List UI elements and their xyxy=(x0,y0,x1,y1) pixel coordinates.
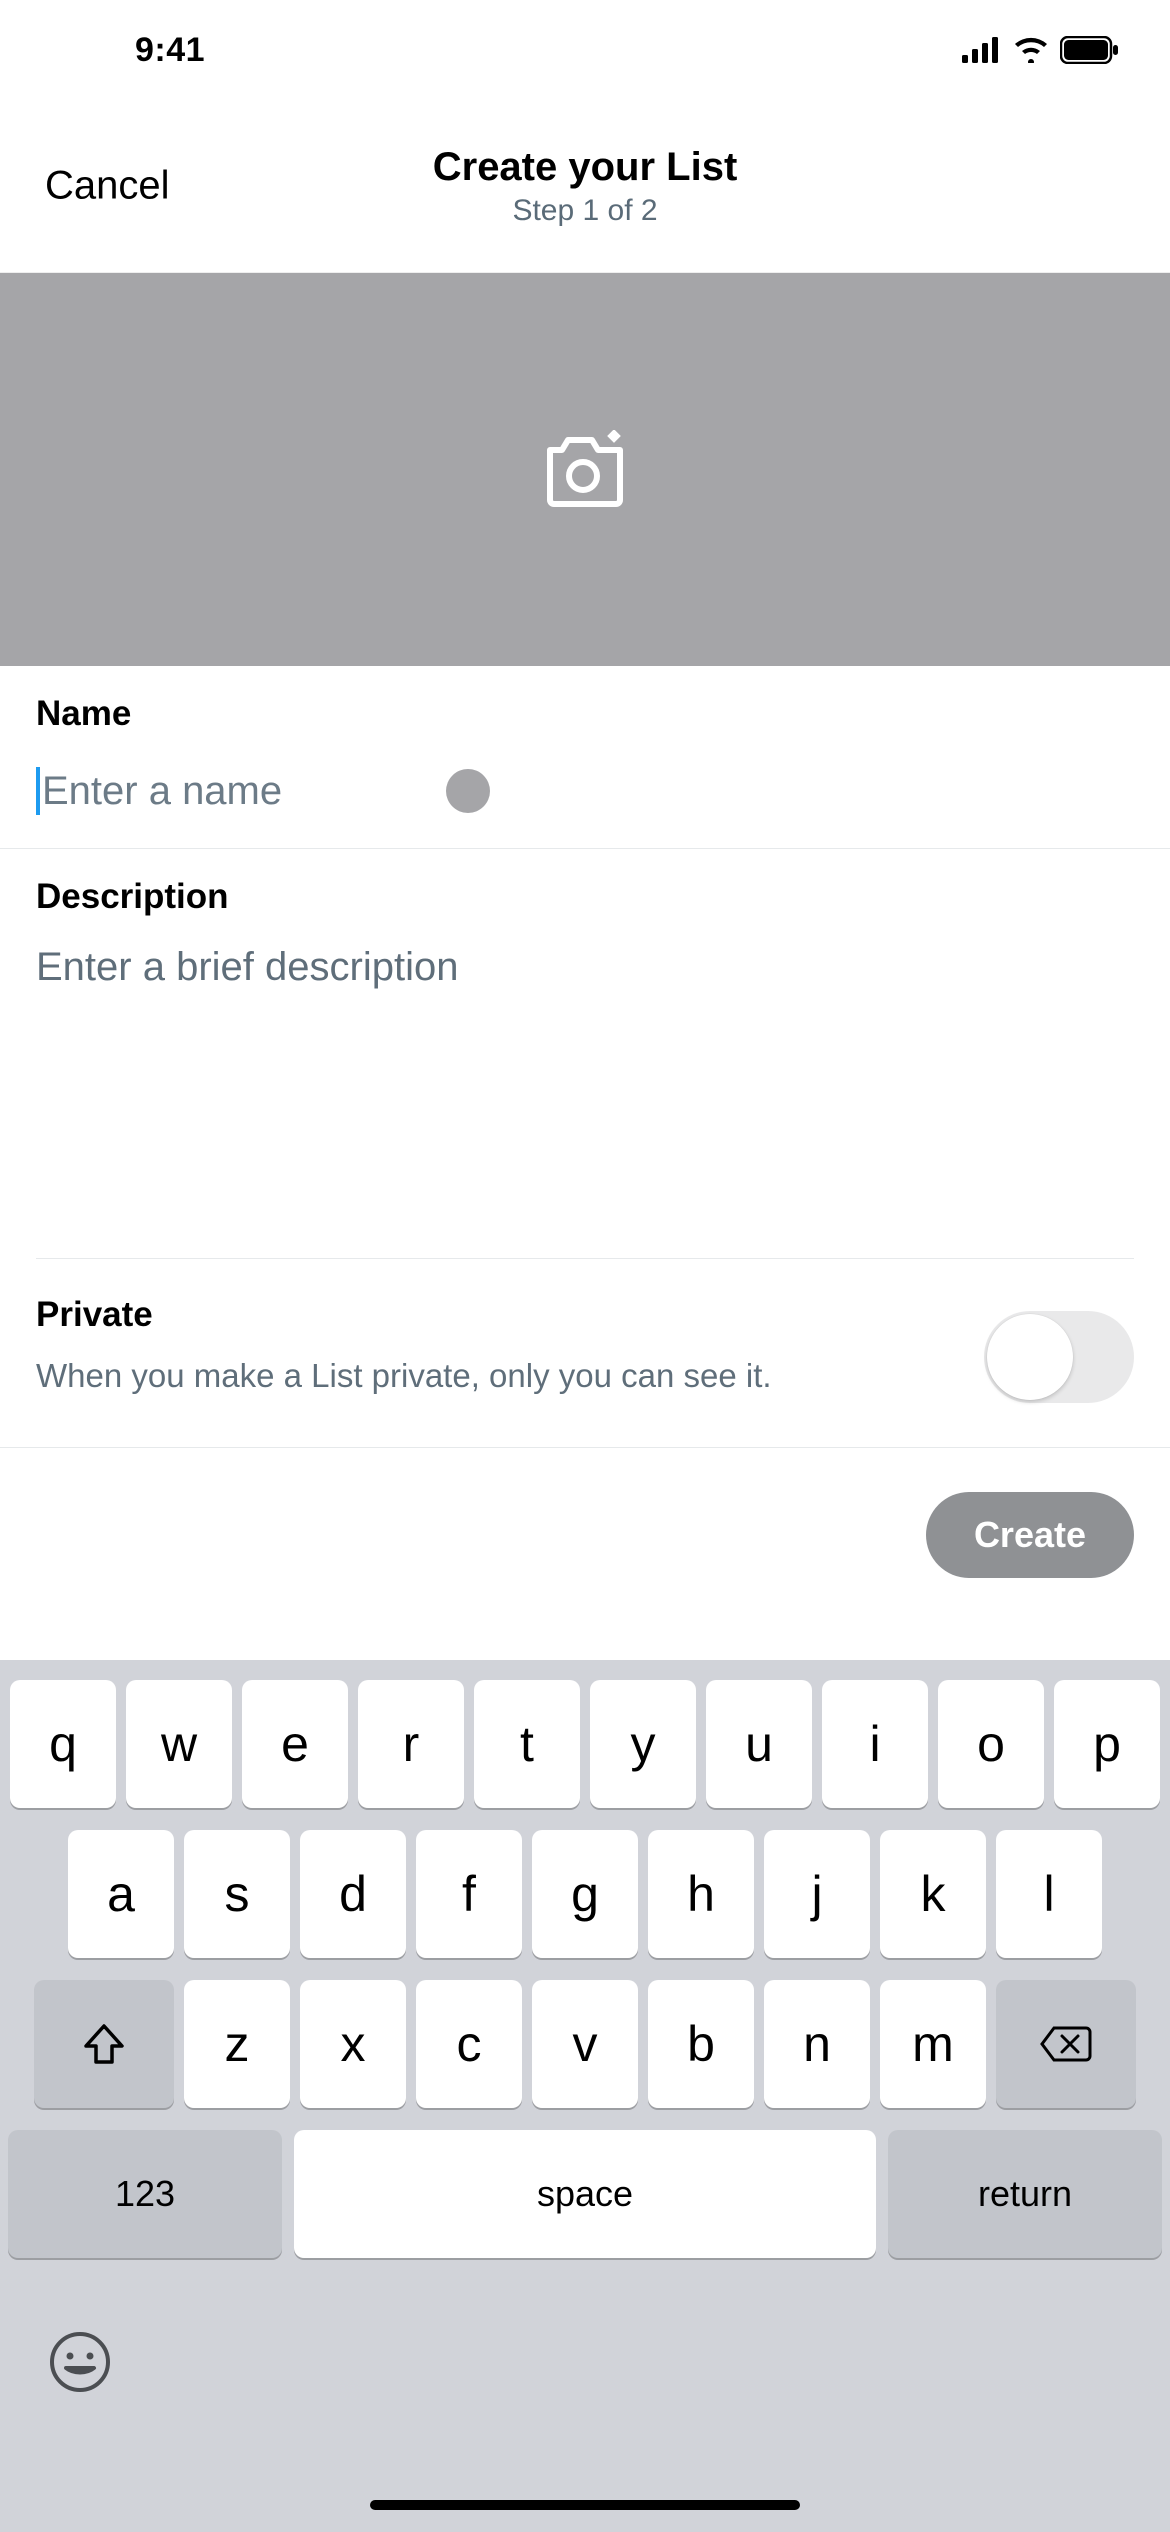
key-s[interactable]: s xyxy=(184,1830,290,1958)
key-x[interactable]: x xyxy=(300,1980,406,2108)
text-cursor xyxy=(36,767,40,815)
keyboard-row-2: a s d f g h j k l xyxy=(8,1830,1162,1958)
cancel-button[interactable]: Cancel xyxy=(45,164,170,209)
key-q[interactable]: q xyxy=(10,1680,116,1808)
key-n[interactable]: n xyxy=(764,1980,870,2108)
nav-title-wrap: Create your List Step 1 of 2 xyxy=(433,145,738,228)
key-w[interactable]: w xyxy=(126,1680,232,1808)
key-return[interactable]: return xyxy=(888,2130,1162,2258)
action-row: Create xyxy=(0,1448,1170,1578)
emoji-icon[interactable] xyxy=(48,2330,112,2394)
status-icons xyxy=(962,36,1120,64)
key-i[interactable]: i xyxy=(822,1680,928,1808)
key-numbers[interactable]: 123 xyxy=(8,2130,282,2258)
key-p[interactable]: p xyxy=(1054,1680,1160,1808)
key-v[interactable]: v xyxy=(532,1980,638,2108)
cellular-icon xyxy=(962,37,1002,63)
description-input[interactable]: Enter a brief description xyxy=(36,945,1134,990)
touch-indicator xyxy=(446,769,490,813)
key-b[interactable]: b xyxy=(648,1980,754,2108)
spacer xyxy=(1058,2330,1122,2394)
nav-header: Cancel Create your List Step 1 of 2 xyxy=(0,100,1170,273)
private-label: Private xyxy=(36,1295,984,1335)
key-k[interactable]: k xyxy=(880,1830,986,1958)
toggle-knob xyxy=(987,1314,1073,1400)
name-label: Name xyxy=(36,694,1134,734)
status-time: 9:41 xyxy=(60,31,205,70)
key-o[interactable]: o xyxy=(938,1680,1044,1808)
key-l[interactable]: l xyxy=(996,1830,1102,1958)
description-field-section: Description Enter a brief description xyxy=(0,849,1170,1259)
page-title: Create your List xyxy=(433,145,738,190)
key-j[interactable]: j xyxy=(764,1830,870,1958)
name-field-section: Name xyxy=(0,666,1170,849)
keyboard-bottom-row xyxy=(8,2280,1162,2394)
key-e[interactable]: e xyxy=(242,1680,348,1808)
key-space[interactable]: space xyxy=(294,2130,876,2258)
keyboard-row-1: q w e r t y u i o p xyxy=(8,1680,1162,1808)
key-f[interactable]: f xyxy=(416,1830,522,1958)
key-d[interactable]: d xyxy=(300,1830,406,1958)
key-backspace[interactable] xyxy=(996,1980,1136,2108)
private-toggle[interactable] xyxy=(984,1311,1134,1403)
keyboard: q w e r t y u i o p a s d f g h j k l z … xyxy=(0,1660,1170,2532)
key-u[interactable]: u xyxy=(706,1680,812,1808)
camera-icon xyxy=(540,430,630,510)
shift-icon xyxy=(82,2022,126,2066)
key-c[interactable]: c xyxy=(416,1980,522,2108)
key-r[interactable]: r xyxy=(358,1680,464,1808)
cover-photo-picker[interactable] xyxy=(0,273,1170,666)
key-y[interactable]: y xyxy=(590,1680,696,1808)
private-description: When you make a List private, only you c… xyxy=(36,1357,984,1395)
key-h[interactable]: h xyxy=(648,1830,754,1958)
page-subtitle: Step 1 of 2 xyxy=(433,194,738,228)
key-a[interactable]: a xyxy=(68,1830,174,1958)
divider xyxy=(36,1258,1134,1259)
key-t[interactable]: t xyxy=(474,1680,580,1808)
key-g[interactable]: g xyxy=(532,1830,638,1958)
key-z[interactable]: z xyxy=(184,1980,290,2108)
battery-icon xyxy=(1060,36,1120,64)
name-input[interactable] xyxy=(42,769,1134,814)
create-button[interactable]: Create xyxy=(926,1492,1134,1578)
key-m[interactable]: m xyxy=(880,1980,986,2108)
wifi-icon xyxy=(1012,37,1050,63)
description-label: Description xyxy=(36,877,1134,917)
backspace-icon xyxy=(1040,2024,1092,2064)
status-bar: 9:41 xyxy=(0,0,1170,100)
key-shift[interactable] xyxy=(34,1980,174,2108)
keyboard-row-3: z x c v b n m xyxy=(8,1980,1162,2108)
home-indicator[interactable] xyxy=(370,2500,800,2510)
keyboard-row-4: 123 space return xyxy=(8,2130,1162,2258)
private-section: Private When you make a List private, on… xyxy=(0,1259,1170,1448)
